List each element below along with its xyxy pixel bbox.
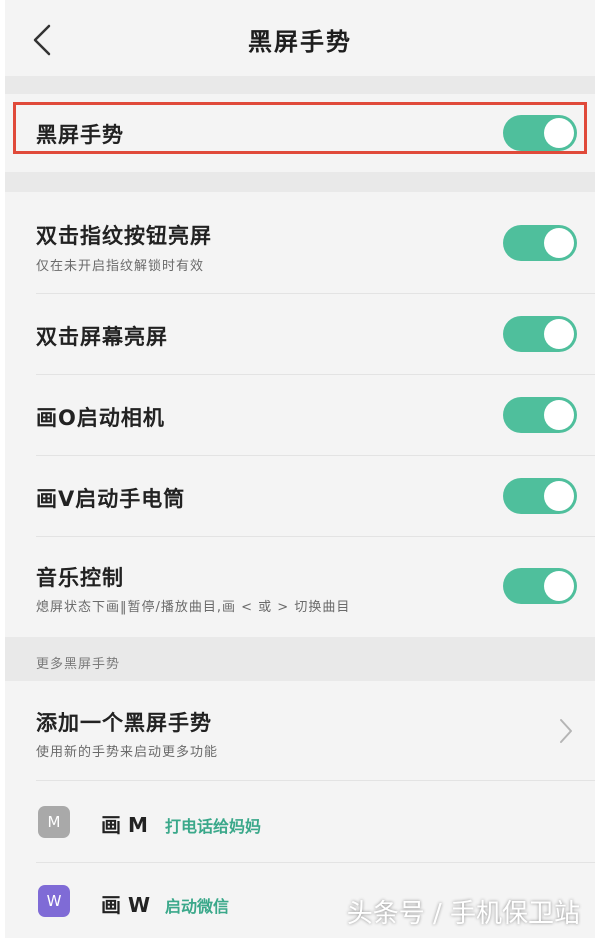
gesture-badge-m: M xyxy=(38,806,70,838)
header: 黑屏手势 xyxy=(5,0,595,76)
toggle-knob xyxy=(544,481,574,511)
divider xyxy=(5,172,595,192)
add-gesture-description: 使用新的手势来启动更多功能 xyxy=(36,745,219,760)
setting-toggle-switch[interactable] xyxy=(503,225,577,261)
setting-row-music-control[interactable]: 音乐控制 熄屏状态下画‖暂停/播放曲目,画 < 或 > 切换曲目 xyxy=(5,537,595,637)
add-gesture-row[interactable]: 添加一个黑屏手势 使用新的手势来启动更多功能 xyxy=(5,681,595,781)
toggle-knob xyxy=(544,319,574,349)
setting-toggle-switch[interactable] xyxy=(503,397,577,433)
toggle-knob xyxy=(544,400,574,430)
setting-label: 音乐控制 xyxy=(36,566,124,590)
highlight-box xyxy=(13,102,587,154)
setting-description: 仅在未开启指纹解锁时有效 xyxy=(36,259,205,274)
toggle-knob xyxy=(544,571,574,601)
setting-label: 画O启动相机 xyxy=(36,406,165,430)
gesture-action: 打电话给妈妈 xyxy=(165,817,262,836)
setting-row-double-tap-screen[interactable]: 双击屏幕亮屏 xyxy=(5,294,595,375)
toggle-knob xyxy=(544,228,574,258)
gesture-name: 画 M xyxy=(101,813,148,837)
screen: 黑屏手势 黑屏手势 双击指纹按钮亮屏 仅在未开启指纹解锁时有效 双击屏幕亮屏 画… xyxy=(5,0,595,938)
setting-toggle-switch[interactable] xyxy=(503,478,577,514)
setting-description: 熄屏状态下画‖暂停/播放曲目,画 < 或 > 切换曲目 xyxy=(36,600,351,615)
page-title: 黑屏手势 xyxy=(248,28,352,56)
setting-label: 双击指纹按钮亮屏 xyxy=(36,224,212,248)
add-gesture-label: 添加一个黑屏手势 xyxy=(36,711,212,735)
section-label-more-gestures: 更多黑屏手势 xyxy=(36,657,121,672)
gesture-name: 画 W xyxy=(101,893,151,917)
setting-toggle-switch[interactable] xyxy=(503,568,577,604)
divider xyxy=(5,76,595,94)
setting-row-draw-v[interactable]: 画V启动手电筒 xyxy=(5,456,595,537)
gesture-row-m[interactable]: M 画 M 打电话给妈妈 xyxy=(5,781,595,863)
watermark-text: 头条号 / 手机保卫站 xyxy=(346,899,580,929)
gesture-action: 启动微信 xyxy=(165,897,230,916)
setting-row-double-tap-fingerprint[interactable]: 双击指纹按钮亮屏 仅在未开启指纹解锁时有效 xyxy=(5,192,595,294)
setting-toggle-switch[interactable] xyxy=(503,316,577,352)
gesture-badge-w: W xyxy=(38,885,70,917)
chevron-right-icon xyxy=(560,719,572,743)
setting-label: 双击屏幕亮屏 xyxy=(36,325,168,349)
section-header: 更多黑屏手势 xyxy=(5,637,595,681)
setting-row-draw-o[interactable]: 画O启动相机 xyxy=(5,375,595,456)
setting-label: 画V启动手电筒 xyxy=(36,487,186,511)
